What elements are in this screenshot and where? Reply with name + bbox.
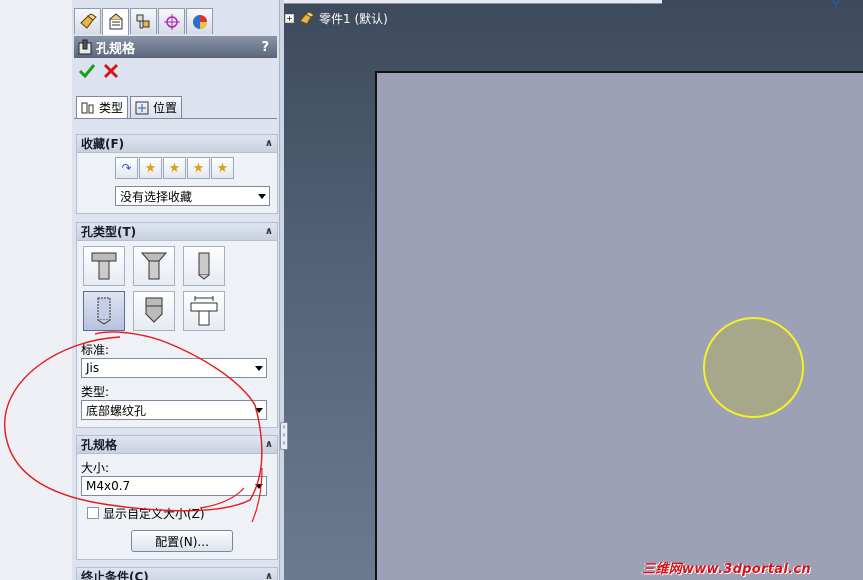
tapped-hole-icon [97,297,111,325]
favorites-select-value: 没有选择收藏 [120,189,193,204]
collapse-icon[interactable]: ∧ [265,226,273,237]
sketch-plane[interactable] [375,71,863,580]
size-select[interactable]: M4x0.7 [81,476,267,496]
favorites-toolbar: ↷ ★ ★ ★ ★ [115,157,235,179]
hole-spec-header-label: 孔规格 [81,438,118,452]
delete-favorite-button[interactable]: ★ [163,157,186,179]
end-condition-header[interactable]: 终止条件(C) ∧ [77,568,277,580]
search-icon[interactable]: ⚲ [831,0,841,10]
simple-hole-icon [198,252,210,280]
hole-wizard-icon [78,39,92,55]
tab-dimxpert[interactable] [158,8,185,34]
tab-configuration-manager[interactable] [130,8,157,34]
legacy-hole-icon [190,296,218,326]
cancel-icon[interactable] [102,62,120,80]
tab-position-label: 位置 [153,101,178,115]
apply-defaults-button[interactable]: ↷ [115,157,138,179]
feature-manager-icon [79,12,97,29]
counterbore-icon [91,252,117,280]
standard-label: 标准: [81,343,110,357]
pipe-tap-icon [145,297,163,323]
watermark: 三维网www.3dportal.cn [642,562,811,577]
position-tab-icon [135,101,149,114]
config-button[interactable]: 配置(N)... [131,530,233,552]
tab-type-label: 类型 [99,101,124,115]
favorites-select[interactable]: 没有选择收藏 [115,186,270,206]
hole-placement-circle[interactable] [703,317,804,418]
hole-type-header[interactable]: 孔类型(T) ∧ [77,223,277,241]
favorites-header[interactable]: 收藏(F) ∧ [77,135,277,153]
collapse-icon[interactable]: ∧ [265,571,273,580]
apply-defaults-icon: ↷ [121,161,132,175]
load-favorite-button[interactable]: ★ [211,157,234,179]
hole-type-header-label: 孔类型(T) [81,225,137,239]
favorites-header-label: 收藏(F) [81,137,125,151]
manager-tabs [74,8,214,35]
display-manager-icon [192,14,207,29]
custom-size-checkbox[interactable] [87,507,99,519]
chevron-down-icon [255,408,263,413]
chevron-down-icon [255,366,263,371]
add-favorite-button[interactable]: ★ [139,157,162,179]
size-select-value: M4x0.7 [86,479,131,493]
property-manager-icon [109,13,122,30]
legacy-hole-button[interactable] [183,291,225,331]
save-favorite-icon: ★ [192,160,205,176]
part-icon [299,11,315,25]
tab-type[interactable]: 类型 [76,96,129,118]
subtabs-divider [74,118,277,119]
counterbore-button[interactable] [83,246,125,286]
subtabs: 类型 位置 [76,96,184,118]
tab-display-manager[interactable] [186,8,213,34]
size-label: 大小: [81,461,110,475]
tapped-hole-button[interactable] [83,291,125,331]
tab-property-manager[interactable] [102,8,129,35]
type-tab-icon [81,102,94,113]
ok-icon[interactable] [78,62,96,80]
dimxpert-icon [163,13,180,30]
type-select[interactable]: 底部螺纹孔 [81,400,267,420]
simple-hole-button[interactable] [183,246,225,286]
countersink-icon [140,252,168,280]
expand-icon[interactable]: + [285,14,294,23]
collapse-icon[interactable]: ∧ [265,138,273,149]
hole-spec-header[interactable]: 孔规格 ∧ [77,436,277,454]
add-favorite-icon: ★ [144,160,157,176]
countersink-button[interactable] [133,246,175,286]
flyout-tree-root[interactable]: + 零件1 (默认) [285,10,388,27]
config-button-label: 配置(N)... [155,534,209,549]
property-manager-panel: 孔规格 ? 类型 位置 收藏(F) ∧ ↷ ★ ★ ★ ★ 没有选择收藏 孔类型… [72,0,280,580]
load-favorite-icon: ★ [216,160,229,176]
hole-type-group: 孔类型(T) ∧ 标准: Jis 类型: 底部螺纹孔 [76,222,278,428]
help-button[interactable]: ? [261,40,269,55]
delete-favorite-icon: ★ [168,160,181,176]
tab-feature-manager[interactable] [74,8,101,34]
favorites-group: 收藏(F) ∧ ↷ ★ ★ ★ ★ 没有选择收藏 [76,134,278,214]
panel-title: 孔规格 [96,41,136,57]
splitter-grip[interactable]: ‹ ‹ ‹ [280,422,288,450]
left-margin-strip [0,0,72,580]
collapse-icon[interactable]: ∧ [265,439,273,450]
standard-select-value: Jis [86,361,100,375]
tree-root-label: 零件1 (默认) [319,12,388,26]
custom-size-label: 显示自定义大小(Z) [103,507,205,521]
type-label: 类型: [81,385,110,399]
chevron-down-icon [258,194,266,199]
save-favorite-button[interactable]: ★ [187,157,210,179]
type-select-value: 底部螺纹孔 [86,403,147,418]
end-condition-group: 终止条件(C) ∧ [76,567,278,580]
chevron-down-icon [255,484,263,489]
panel-splitter[interactable] [280,0,284,580]
configuration-manager-icon [136,14,149,28]
pipe-tap-button[interactable] [133,291,175,331]
standard-select[interactable]: Jis [81,358,267,378]
tab-position[interactable]: 位置 [130,96,183,118]
panel-header: 孔规格 ? [74,36,277,58]
end-condition-header-label: 终止条件(C) [81,570,149,580]
hole-spec-group: 孔规格 ∧ 大小: M4x0.7 显示自定义大小(Z) 配置(N)... [76,435,278,560]
